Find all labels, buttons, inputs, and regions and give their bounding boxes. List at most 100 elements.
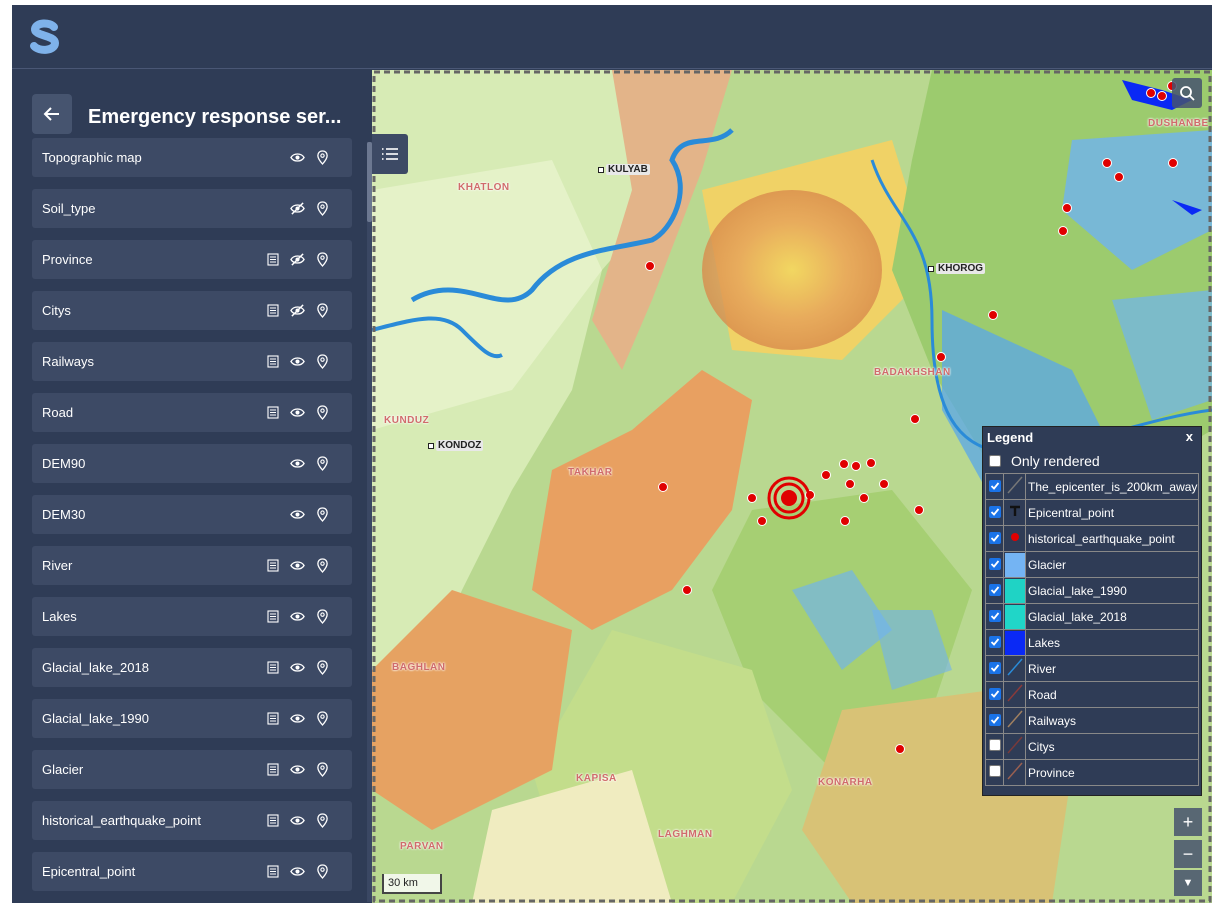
s-logo-icon[interactable] — [28, 19, 62, 55]
compass-button[interactable]: ▼ — [1174, 870, 1202, 896]
map-search-button[interactable] — [1172, 78, 1202, 108]
layer-item[interactable]: Glacier — [32, 750, 352, 789]
layer-label: Province — [42, 252, 93, 267]
location-pin-icon[interactable] — [315, 864, 330, 879]
legend-checkbox[interactable] — [988, 609, 1001, 622]
legend-label: Glacial_lake_1990 — [1028, 583, 1127, 598]
legend-checkbox[interactable] — [988, 661, 1001, 674]
layer-item[interactable]: DEM90 — [32, 444, 352, 483]
legend-row: Lakes — [985, 629, 1199, 656]
legend-point-swatch — [1009, 532, 1021, 546]
location-pin-icon[interactable] — [315, 813, 330, 828]
layer-item[interactable]: Railways — [32, 342, 352, 381]
eye-icon[interactable] — [290, 711, 305, 726]
layer-actions — [290, 138, 330, 177]
legend-checkbox[interactable] — [988, 687, 1001, 700]
attribute-table-icon[interactable] — [265, 864, 280, 879]
location-pin-icon[interactable] — [315, 660, 330, 675]
legend-row: historical_earthquake_point — [985, 525, 1199, 552]
eye-off-icon[interactable] — [290, 303, 305, 318]
layer-actions — [265, 852, 330, 891]
attribute-table-icon[interactable] — [265, 813, 280, 828]
legend-checkbox[interactable] — [988, 765, 1001, 777]
attribute-table-icon[interactable] — [265, 558, 280, 573]
only-rendered-toggle[interactable]: Only rendered — [989, 453, 1100, 469]
legend-label: Road — [1028, 687, 1057, 702]
zoom-out-button[interactable]: − — [1174, 840, 1202, 868]
layer-item[interactable]: River — [32, 546, 352, 585]
layer-item[interactable]: Glacial_lake_1990 — [32, 699, 352, 738]
legend-checkbox[interactable] — [988, 583, 1001, 596]
legend-line-swatch — [1006, 710, 1024, 732]
legend-checkbox[interactable] — [988, 505, 1001, 518]
eye-off-icon[interactable] — [290, 252, 305, 267]
attribute-table-icon[interactable] — [265, 762, 280, 777]
attribute-table-icon[interactable] — [265, 303, 280, 318]
eye-off-icon[interactable] — [290, 201, 305, 216]
eye-icon[interactable] — [290, 456, 305, 471]
eye-icon[interactable] — [290, 660, 305, 675]
legend-checkbox[interactable] — [988, 739, 1001, 751]
location-pin-icon[interactable] — [315, 201, 330, 216]
location-pin-icon[interactable] — [315, 303, 330, 318]
eye-icon[interactable] — [290, 558, 305, 573]
location-pin-icon[interactable] — [315, 354, 330, 369]
attribute-table-icon[interactable] — [265, 660, 280, 675]
location-pin-icon[interactable] — [315, 609, 330, 624]
layer-item[interactable]: DEM30 — [32, 495, 352, 534]
panel-title: Emergency response ser... — [88, 106, 342, 128]
legend-checkbox[interactable] — [988, 531, 1001, 544]
legend-fill-swatch — [1004, 552, 1025, 577]
layer-item[interactable]: Soil_type — [32, 189, 352, 228]
location-pin-icon[interactable] — [315, 405, 330, 420]
legend-checkbox[interactable] — [988, 713, 1001, 726]
city-label: KULYAB — [598, 164, 650, 175]
legend-label: Railways — [1028, 713, 1077, 728]
eye-icon[interactable] — [290, 354, 305, 369]
layer-item[interactable]: historical_earthquake_point — [32, 801, 352, 840]
layer-item[interactable]: Topographic map — [32, 138, 352, 177]
location-pin-icon[interactable] — [315, 711, 330, 726]
location-pin-icon[interactable] — [315, 507, 330, 522]
eye-icon[interactable] — [290, 609, 305, 624]
legend-checkbox[interactable] — [988, 557, 1001, 570]
only-rendered-label: Only rendered — [1011, 453, 1100, 469]
layer-label: Railways — [42, 354, 95, 369]
location-pin-icon[interactable] — [315, 558, 330, 573]
layer-label: Road — [42, 405, 74, 420]
layer-item[interactable]: Epicentral_point — [32, 852, 352, 891]
location-pin-icon[interactable] — [315, 762, 330, 777]
attribute-table-icon[interactable] — [265, 711, 280, 726]
layer-item[interactable]: Province — [32, 240, 352, 279]
epicenter-marker[interactable] — [767, 476, 811, 520]
layer-label: DEM30 — [42, 507, 86, 522]
location-pin-icon[interactable] — [315, 252, 330, 267]
layer-list-toggle-button[interactable] — [372, 134, 408, 174]
layer-item[interactable]: Road — [32, 393, 352, 432]
layer-item[interactable]: Glacial_lake_2018 — [32, 648, 352, 687]
eye-icon[interactable] — [290, 507, 305, 522]
location-pin-icon[interactable] — [315, 456, 330, 471]
layer-item[interactable]: Lakes — [32, 597, 352, 636]
eye-icon[interactable] — [290, 813, 305, 828]
legend-close-button[interactable]: x — [1186, 429, 1193, 444]
layer-label: Soil_type — [42, 201, 96, 216]
legend-line-swatch — [1006, 684, 1024, 706]
legend-label: Lakes — [1028, 635, 1061, 650]
only-rendered-checkbox[interactable] — [989, 455, 1001, 467]
legend-checkbox[interactable] — [988, 479, 1001, 492]
attribute-table-icon[interactable] — [265, 405, 280, 420]
attribute-table-icon[interactable] — [265, 609, 280, 624]
layer-item[interactable]: Citys — [32, 291, 352, 330]
eye-icon[interactable] — [290, 150, 305, 165]
eye-icon[interactable] — [290, 864, 305, 879]
location-pin-icon[interactable] — [315, 150, 330, 165]
zoom-in-button[interactable]: + — [1174, 808, 1202, 836]
attribute-table-icon[interactable] — [265, 252, 280, 267]
attribute-table-icon[interactable] — [265, 354, 280, 369]
eye-icon[interactable] — [290, 405, 305, 420]
eye-icon[interactable] — [290, 762, 305, 777]
back-button[interactable] — [32, 94, 72, 134]
legend-row: Glacier — [985, 551, 1199, 578]
legend-checkbox[interactable] — [988, 635, 1001, 648]
